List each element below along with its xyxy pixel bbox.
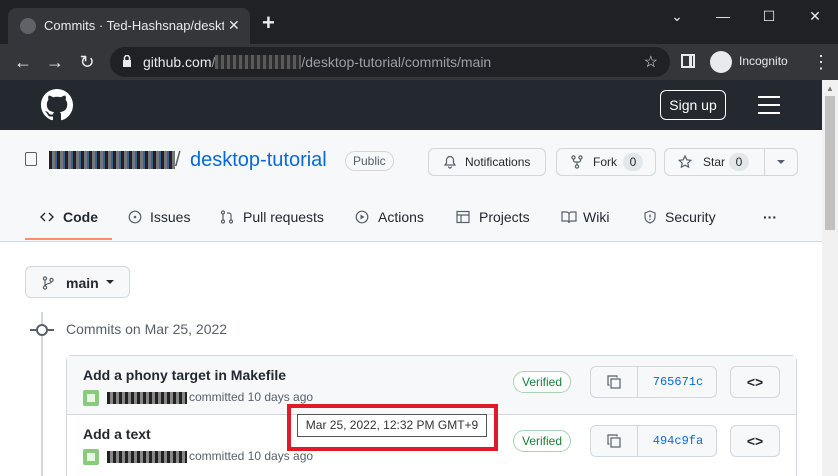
tab-issues-label: Issues	[150, 209, 191, 225]
issue-icon	[128, 210, 142, 224]
tab-wiki-label: Wiki	[583, 209, 610, 225]
browser-tab-bar: Commits · Ted-Hashsnap/desktop-tutorial …	[0, 0, 838, 44]
tab-security-label: Security	[665, 209, 716, 225]
copy-icon[interactable]	[607, 375, 621, 389]
author-redacted[interactable]	[107, 451, 187, 463]
incognito-icon[interactable]	[710, 51, 732, 73]
address-bar[interactable]: github.com//desktop-tutorial/commits/mai…	[110, 47, 670, 77]
code-icon	[40, 212, 54, 222]
sha-divider	[637, 426, 638, 456]
new-tab-button[interactable]: +	[262, 12, 275, 34]
play-icon	[355, 210, 369, 224]
chevron-down-icon	[106, 280, 114, 284]
table-icon	[456, 210, 470, 224]
repo-name-link[interactable]: desktop-tutorial	[190, 149, 327, 172]
minimize-button[interactable]: —	[700, 0, 746, 32]
sha-divider	[637, 367, 638, 397]
sha-button-group: 765671c	[590, 366, 717, 398]
hamburger-menu-icon[interactable]	[758, 96, 780, 114]
repo-icon	[25, 152, 37, 166]
commit-meta[interactable]: committed 10 days ago	[189, 449, 313, 463]
url-text: github.com//desktop-tutorial/commits/mai…	[143, 54, 491, 70]
star-dropdown-caret-icon[interactable]	[777, 160, 785, 164]
annotation-highlight-box	[287, 404, 498, 451]
github-logo-icon[interactable]	[41, 89, 73, 121]
scrollbar-thumb[interactable]	[825, 96, 835, 230]
github-favicon-icon	[20, 18, 36, 34]
visibility-badge: Public	[345, 151, 394, 171]
tab-code-label: Code	[63, 209, 98, 225]
url-host: github.com	[143, 54, 212, 70]
commits-date-heading: Commits on Mar 25, 2022	[66, 321, 228, 337]
close-window-button[interactable]: ✕	[792, 0, 838, 32]
bookmark-star-icon[interactable]: ☆	[644, 52, 658, 72]
repo-owner-redacted[interactable]	[49, 151, 175, 169]
author-redacted[interactable]	[107, 392, 187, 404]
bell-icon	[443, 155, 457, 169]
fork-label: Fork	[593, 155, 617, 169]
redacted-owner	[215, 55, 302, 69]
star-button-group: Star 0	[664, 148, 798, 176]
branch-name: main	[66, 275, 99, 291]
maximize-button[interactable]: ☐	[746, 0, 792, 32]
tab-pull-requests-label: Pull requests	[243, 209, 324, 225]
reload-button[interactable]: ↻	[74, 50, 100, 74]
more-tabs-label: ···	[763, 209, 777, 225]
commit-sha-link[interactable]: 765671c	[639, 375, 717, 389]
pull-request-icon	[220, 210, 234, 224]
timeline-line	[41, 312, 43, 476]
star-label[interactable]: Star	[703, 155, 725, 169]
path-separator: /	[175, 149, 181, 171]
book-icon	[561, 211, 577, 224]
incognito-label: Incognito	[739, 54, 788, 68]
browser-toolbar: ← → ↻ github.com//desktop-tutorial/commi…	[0, 44, 838, 80]
commit-icon	[36, 324, 48, 336]
url-path: /desktop-tutorial/commits/main	[301, 54, 492, 70]
branch-select-button[interactable]: main	[25, 266, 130, 298]
github-header: Sign up	[0, 80, 822, 130]
commit-sha-link[interactable]: 494c9fa	[639, 434, 717, 448]
avatar[interactable]	[83, 449, 99, 465]
tab-close-icon[interactable]: ✕	[228, 16, 240, 34]
fork-button[interactable]: Fork 0	[556, 148, 656, 176]
fork-icon	[571, 155, 583, 169]
sha-button-group: 494c9fa	[590, 425, 717, 457]
lock-icon	[123, 55, 131, 67]
sign-up-button[interactable]: Sign up	[660, 90, 726, 120]
star-count: 0	[729, 153, 749, 171]
tab-search-chevron-icon[interactable]: ⌄	[654, 0, 700, 32]
star-icon	[678, 155, 692, 169]
back-button[interactable]: ←	[10, 50, 36, 74]
copy-icon[interactable]	[607, 434, 621, 448]
tab-actions-label: Actions	[378, 209, 424, 225]
notifications-button[interactable]: Notifications	[428, 148, 546, 176]
fork-count: 0	[623, 153, 643, 171]
scroll-up-arrow-icon[interactable]: ▲	[826, 84, 834, 93]
verified-badge[interactable]: Verified	[513, 371, 572, 393]
tab-title: Commits · Ted-Hashsnap/desktop-tutorial	[44, 18, 224, 33]
commit-meta[interactable]: committed 10 days ago	[189, 390, 313, 404]
browser-menu-icon[interactable]: ⋮	[812, 50, 830, 74]
avatar[interactable]	[83, 390, 99, 406]
branch-icon	[42, 276, 54, 290]
shield-icon	[644, 210, 656, 224]
browser-tab[interactable]: Commits · Ted-Hashsnap/desktop-tutorial …	[8, 8, 250, 44]
notifications-label: Notifications	[465, 155, 531, 169]
forward-button[interactable]: →	[42, 50, 68, 74]
verified-badge[interactable]: Verified	[513, 430, 572, 452]
active-tab-underline	[25, 238, 112, 240]
star-divider	[764, 149, 765, 175]
commit-title-link[interactable]: Add a phony target in Makefile	[83, 367, 286, 383]
browse-files-button[interactable]: <>	[730, 425, 780, 457]
commit-title-link[interactable]: Add a text	[83, 426, 151, 442]
browse-files-button[interactable]: <>	[730, 366, 780, 398]
side-panel-icon[interactable]	[681, 54, 695, 68]
tab-projects-label: Projects	[479, 209, 530, 225]
repo-header: / desktop-tutorial Public Notifications …	[0, 130, 822, 242]
